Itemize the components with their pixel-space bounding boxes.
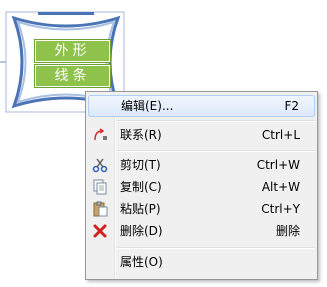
shape-label[interactable]: 外形 <box>35 40 110 62</box>
menu-item-relation[interactable]: 联系(R) Ctrl+L <box>88 124 315 146</box>
context-menu: 编辑(E)... F2 联系(R) Ctrl+L 剪切(T) Ctrl+W 复制… <box>85 91 318 280</box>
relation-icon <box>92 127 108 143</box>
menu-item-label: 剪切(T) <box>120 158 161 172</box>
delete-icon <box>92 223 108 239</box>
menu-item-shortcut: Ctrl+W <box>256 158 300 172</box>
menu-item-delete[interactable]: 删除(D) 删除 <box>88 220 315 242</box>
menu-separator <box>116 120 315 122</box>
menu-item-shortcut: Ctrl+Y <box>261 202 300 216</box>
menu-item-edit[interactable]: 编辑(E)... F2 <box>88 95 315 117</box>
menu-item-cut[interactable]: 剪切(T) Ctrl+W <box>88 154 315 176</box>
menu-item-paste[interactable]: 粘贴(P) Ctrl+Y <box>88 198 315 220</box>
selection-handle-top[interactable] <box>38 12 94 15</box>
line-label[interactable]: 线条 <box>35 65 110 87</box>
paste-icon <box>92 201 108 217</box>
copy-icon <box>92 179 108 195</box>
menu-item-shortcut: Alt+W <box>261 180 300 194</box>
menu-separator <box>116 247 315 249</box>
menu-item-shortcut: F2 <box>284 99 299 113</box>
menu-item-shortcut: Ctrl+L <box>261 128 300 142</box>
menu-item-shortcut: 删除 <box>275 224 300 238</box>
menu-item-label: 联系(R) <box>120 128 162 142</box>
menu-item-properties[interactable]: 属性(O) <box>88 251 315 273</box>
menu-item-label: 复制(C) <box>120 180 162 194</box>
mindmap-canvas[interactable]: 外形 线条 编辑(E)... F2 联系(R) Ctrl+L 剪切(T) Ctr… <box>0 0 327 287</box>
scissors-icon <box>92 157 108 173</box>
menu-item-label: 删除(D) <box>120 224 163 238</box>
menu-separator <box>116 150 315 152</box>
menu-item-label: 粘贴(P) <box>120 202 161 216</box>
menu-item-copy[interactable]: 复制(C) Alt+W <box>88 176 315 198</box>
menu-item-label: 属性(O) <box>120 255 163 269</box>
menu-item-label: 编辑(E)... <box>121 99 174 113</box>
